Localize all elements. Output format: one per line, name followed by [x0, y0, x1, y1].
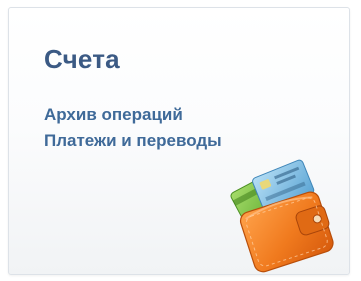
wallet-with-cards-icon: [230, 159, 334, 273]
operations-archive-link[interactable]: Архив операций: [44, 102, 222, 128]
widget-title[interactable]: Счета: [44, 44, 120, 75]
accounts-widget: Счета Архив операций Платежи и переводы: [8, 7, 350, 275]
widget-links: Архив операций Платежи и переводы: [44, 102, 222, 154]
payments-transfers-link[interactable]: Платежи и переводы: [44, 128, 222, 154]
